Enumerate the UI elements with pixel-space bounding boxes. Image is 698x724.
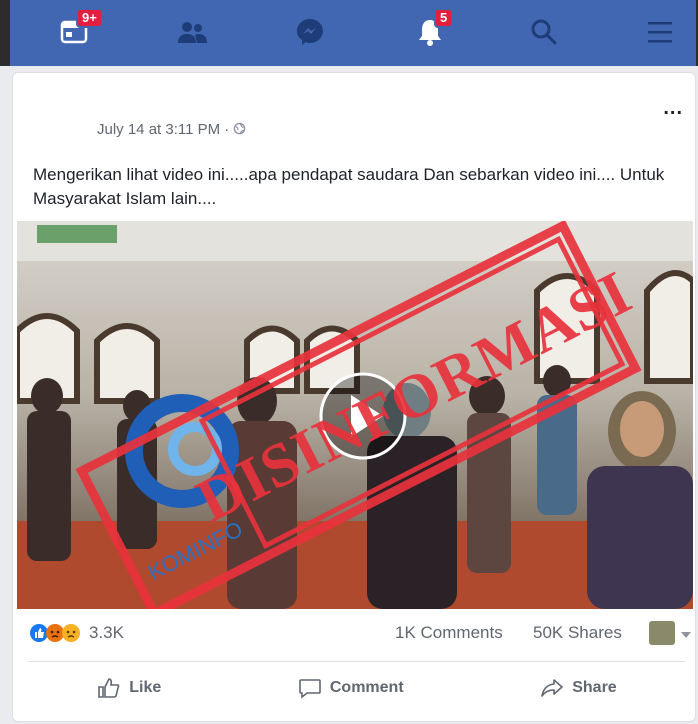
- share-label: Share: [572, 679, 617, 696]
- divider: [29, 661, 685, 662]
- reactions[interactable]: 3.3K: [29, 623, 124, 643]
- friends-tab[interactable]: [174, 14, 210, 50]
- like-label: Like: [129, 679, 162, 696]
- share-button[interactable]: Share: [540, 677, 617, 699]
- share-count[interactable]: 50K Shares: [533, 623, 622, 643]
- sad-reaction-icon: [62, 624, 80, 642]
- notifications-badge: 5: [434, 8, 454, 28]
- post-timestamp[interactable]: July 14 at 3:11 PM ·: [97, 121, 233, 138]
- comment-label: Comment: [329, 679, 404, 696]
- post-card: ... July 14 at 3:11 PM · Mengerikan liha…: [12, 72, 696, 722]
- messenger-tab[interactable]: [292, 14, 328, 50]
- search-tab[interactable]: [526, 14, 562, 50]
- like-button[interactable]: Like: [97, 677, 161, 699]
- top-nav-bar: 9+ 5: [0, 0, 698, 66]
- messenger-icon: [297, 19, 323, 45]
- comment-count[interactable]: 1K Comments: [395, 623, 503, 643]
- action-bar: Like Comment Share: [29, 671, 685, 705]
- home-tab[interactable]: 9+: [56, 8, 103, 50]
- post-stats: 3.3K 1K Comments 50K Shares: [29, 621, 691, 651]
- search-icon: [531, 19, 557, 45]
- comment-button[interactable]: Comment: [298, 677, 404, 699]
- thumbs-up-icon: [98, 678, 120, 698]
- menu-tab[interactable]: [642, 14, 678, 50]
- home-badge: 9+: [76, 8, 103, 28]
- comment-icon: [299, 679, 321, 699]
- post-options-button[interactable]: ...: [663, 97, 683, 120]
- post-text: Mengerikan lihat video ini.....apa penda…: [33, 165, 665, 208]
- profile-avatar[interactable]: [649, 621, 675, 645]
- reaction-count: 3.3K: [89, 623, 124, 642]
- video-thumbnail: DISINFORMASI KOMINFO: [17, 221, 693, 609]
- post-meta: July 14 at 3:11 PM ·: [97, 121, 246, 138]
- share-icon: [541, 679, 564, 697]
- notifications-tab[interactable]: 5: [412, 8, 454, 50]
- friends-icon: [178, 22, 207, 43]
- hamburger-menu-icon: [648, 22, 672, 43]
- chevron-down-icon[interactable]: [679, 630, 693, 640]
- globe-icon: [234, 122, 246, 135]
- post-video[interactable]: DISINFORMASI KOMINFO: [17, 221, 693, 609]
